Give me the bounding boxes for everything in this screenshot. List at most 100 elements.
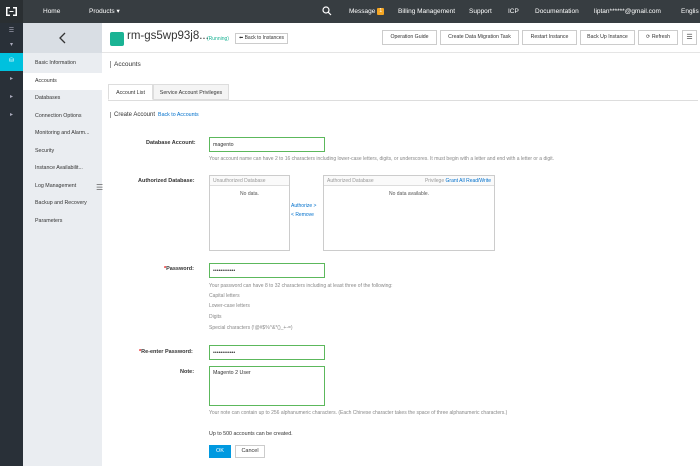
cancel-button[interactable]: Cancel [235, 445, 265, 458]
unauthorized-empty: No data. [240, 191, 259, 197]
console-logo[interactable] [0, 0, 23, 23]
create-account-title: Create Account [114, 112, 156, 118]
aliyun-logo-icon [6, 7, 17, 16]
refresh-button[interactable]: ⟳ Refresh [638, 30, 678, 45]
password-label-text: Password: [166, 266, 194, 272]
nav-message[interactable]: Message 1 [349, 0, 385, 23]
sidebar-item-databases[interactable]: Databases [23, 90, 102, 108]
unauthorized-db-list[interactable]: Unauthorized Database No data. [209, 175, 290, 251]
chevron-right-icon: ▸ [9, 76, 13, 82]
password-hint-capital: Capital letters [209, 293, 240, 299]
ok-button[interactable]: OK [209, 445, 231, 458]
authorize-label: Authorize [291, 203, 313, 209]
rail-rds[interactable]: ⛁ [0, 53, 23, 71]
rail-item-3[interactable]: ▸ [0, 89, 23, 107]
icon-rail: ☰ ▾ ⛁ ▸ ▸ ▸ [0, 23, 23, 466]
reenter-password-label-text: Re-enter Password: [141, 349, 193, 355]
chevron-right-icon: ▸ [9, 112, 13, 118]
nav-products[interactable]: Products ▾ [89, 0, 120, 23]
chevron-down-icon: ▾ [9, 42, 13, 48]
db-account-input[interactable] [209, 137, 325, 152]
sidebar-item-connection[interactable]: Connection Options [23, 108, 102, 126]
top-bar: Home Products ▾ Message 1 Billing Managem… [0, 0, 700, 23]
nav-billing[interactable]: Billing Management [398, 0, 455, 23]
authorized-db-header: Authorized Database Privilege Grant All … [324, 176, 494, 186]
nav-home[interactable]: Home [43, 0, 60, 23]
instance-sidebar: Basic Information Accounts Databases Con… [23, 23, 102, 466]
arrow-right-icon: > [313, 203, 317, 209]
operation-guide-button[interactable]: Operation Guide [382, 30, 437, 45]
sidebar-item-accounts[interactable]: Accounts [23, 72, 102, 90]
list-icon[interactable]: ☰ [682, 30, 697, 45]
sidebar-item-availability[interactable]: Instance Availabilit... [23, 160, 102, 178]
header-divider [102, 52, 700, 53]
create-account-heading: Create Account Back to Accounts [110, 112, 199, 118]
privilege-controls: Privilege Grant All Read/Write [425, 176, 491, 186]
reenter-password-input[interactable] [209, 345, 325, 360]
note-hint: Your note can contain up to 256 alphanum… [209, 410, 508, 416]
sidebar-collapse-icon[interactable]: ☰ [96, 183, 103, 193]
page-title: Accounts [110, 61, 141, 68]
note-textarea[interactable]: Magento 2 User [209, 366, 325, 406]
remove-label: Remove [295, 212, 314, 218]
sidebar-item-parameters[interactable]: Parameters [23, 213, 102, 231]
remove-button[interactable]: < Remove [291, 212, 314, 218]
status-badge: (Running) [207, 36, 229, 42]
authorized-db-header-label: Authorized Database [327, 178, 374, 184]
nav-products-label: Products [89, 8, 115, 15]
password-label: *Password: [164, 266, 194, 272]
unauthorized-db-header: Unauthorized Database [210, 176, 289, 186]
grant-all-link[interactable]: Grant All Read/Write [446, 178, 491, 184]
arrow-left-icon: < [291, 212, 294, 218]
nav-message-label: Message [349, 8, 376, 15]
search-icon[interactable] [322, 6, 332, 18]
restart-button[interactable]: Restart Instance [522, 30, 577, 45]
rail-item-2[interactable]: ▸ [0, 71, 23, 89]
sidebar-item-backup[interactable]: Backup and Recovery [23, 195, 102, 213]
nav-documentation[interactable]: Documentation [535, 0, 579, 23]
password-hint-digits: Digits [209, 314, 222, 320]
chevron-down-icon: ▾ [116, 8, 120, 15]
refresh-label: Refresh [651, 34, 670, 40]
sidebar-item-logs[interactable]: Log Management [23, 178, 102, 196]
back-arrow-icon: ⬅ [239, 35, 244, 41]
tab-divider [108, 100, 698, 101]
tab-service-account[interactable]: Service Account Privileges [153, 84, 229, 100]
tab-account-list[interactable]: Account List [108, 84, 153, 100]
user-account[interactable]: liptan******@gmail.com [594, 0, 661, 23]
authorize-button[interactable]: Authorize > [291, 203, 316, 209]
authorized-db-list[interactable]: Authorized Database Privilege Grant All … [323, 175, 495, 251]
db-account-hint: Your account name can have 2 to 16 chara… [209, 156, 554, 162]
account-limit-text: Up to 500 accounts can be created. [209, 431, 293, 437]
db-account-label: Database Account: [146, 140, 196, 146]
sidebar-item-security[interactable]: Security [23, 143, 102, 161]
chevron-right-icon: ▸ [9, 94, 13, 100]
nav-support[interactable]: Support [469, 0, 492, 23]
refresh-icon: ⟳ [646, 34, 651, 40]
password-hint: Your password can have 8 to 32 character… [209, 283, 393, 289]
nav-icp[interactable]: ICP [508, 0, 519, 23]
backup-button[interactable]: Back Up Instance [580, 30, 635, 45]
back-to-instances-label: Back to Instances [244, 35, 285, 41]
sidebar-item-basic-info[interactable]: Basic Information [23, 55, 102, 73]
password-input[interactable] [209, 263, 325, 278]
password-hint-lower: Lower-case letters [209, 303, 250, 309]
chevron-left-icon [59, 32, 66, 44]
authorized-db-label: Authorized Database: [138, 178, 195, 184]
migration-button[interactable]: Create Data Migration Task [440, 30, 519, 45]
database-icon: ⛁ [8, 58, 15, 64]
menu-icon: ☰ [8, 28, 15, 34]
authorized-empty: No data available. [388, 191, 430, 197]
note-label: Note: [180, 369, 195, 375]
language-switch[interactable]: Englis [681, 0, 699, 23]
message-count-badge: 1 [377, 8, 385, 15]
password-hint-special: Special characters (!@#$%^&*()_+-=) [209, 325, 293, 331]
back-to-instances-button[interactable]: ⬅ Back to Instances [235, 33, 289, 44]
sidebar-item-monitoring[interactable]: Monitoring and Alarm... [23, 125, 102, 143]
sidebar-back[interactable] [23, 23, 102, 53]
instance-icon [110, 32, 124, 46]
rail-item-4[interactable]: ▸ [0, 107, 23, 125]
instance-name: rm-gs5wp93j8... [127, 30, 209, 42]
back-to-accounts-link[interactable]: Back to Accounts [158, 112, 199, 118]
privilege-label: Privilege [424, 178, 445, 184]
